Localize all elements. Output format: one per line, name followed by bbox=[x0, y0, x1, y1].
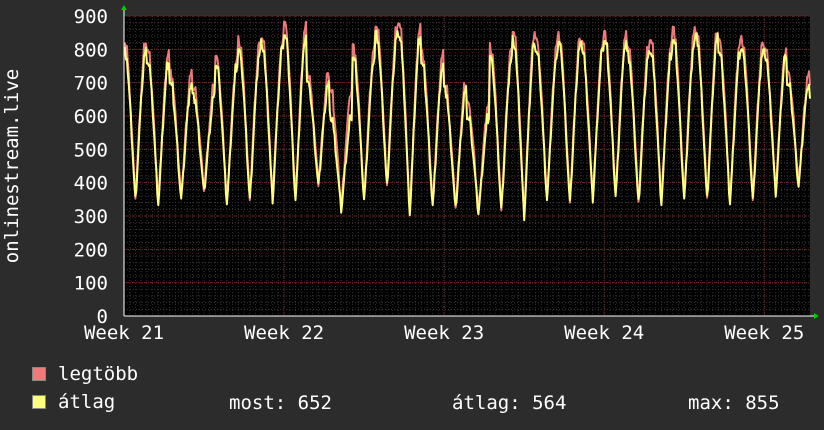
stat-average: átlag: 564 bbox=[452, 392, 567, 414]
x-tick-label: Week 21 bbox=[84, 322, 164, 344]
legend-item-max: legtöbb bbox=[32, 363, 139, 385]
y-axis-label: onlinestream.live bbox=[1, 69, 23, 263]
x-tick-label: Week 23 bbox=[404, 322, 484, 344]
y-tick-label: 800 bbox=[74, 39, 108, 61]
x-tick-labels: Week 21 Week 22 Week 23 Week 24 Week 25 bbox=[84, 322, 804, 344]
x-tick-label: Week 25 bbox=[724, 322, 804, 344]
stat-current: most: 652 bbox=[229, 392, 332, 414]
legend-swatch-max bbox=[32, 367, 46, 381]
y-tick-label: 700 bbox=[74, 73, 108, 95]
y-tick-label: 500 bbox=[74, 139, 108, 161]
legend-swatch-avg bbox=[32, 395, 46, 409]
y-tick-label: 600 bbox=[74, 106, 108, 128]
y-tick-labels: 0100200300400500600700800900 bbox=[74, 6, 108, 328]
legend-label-max: legtöbb bbox=[58, 363, 139, 385]
y-tick-label: 200 bbox=[74, 239, 108, 261]
y-axis-arrow-icon bbox=[121, 5, 127, 10]
legend-item-avg: átlag bbox=[32, 391, 116, 413]
y-tick-label: 100 bbox=[74, 273, 108, 295]
y-tick-label: 900 bbox=[74, 6, 108, 28]
x-tick-label: Week 22 bbox=[244, 322, 324, 344]
minor-grid bbox=[123, 15, 811, 317]
y-tick-label: 300 bbox=[74, 206, 108, 228]
y-tick-label: 400 bbox=[74, 173, 108, 195]
x-axis-arrow-icon bbox=[814, 313, 819, 319]
legend-label-avg: átlag bbox=[58, 391, 116, 413]
x-tick-label: Week 24 bbox=[564, 322, 644, 344]
stat-max: max: 855 bbox=[688, 392, 780, 414]
